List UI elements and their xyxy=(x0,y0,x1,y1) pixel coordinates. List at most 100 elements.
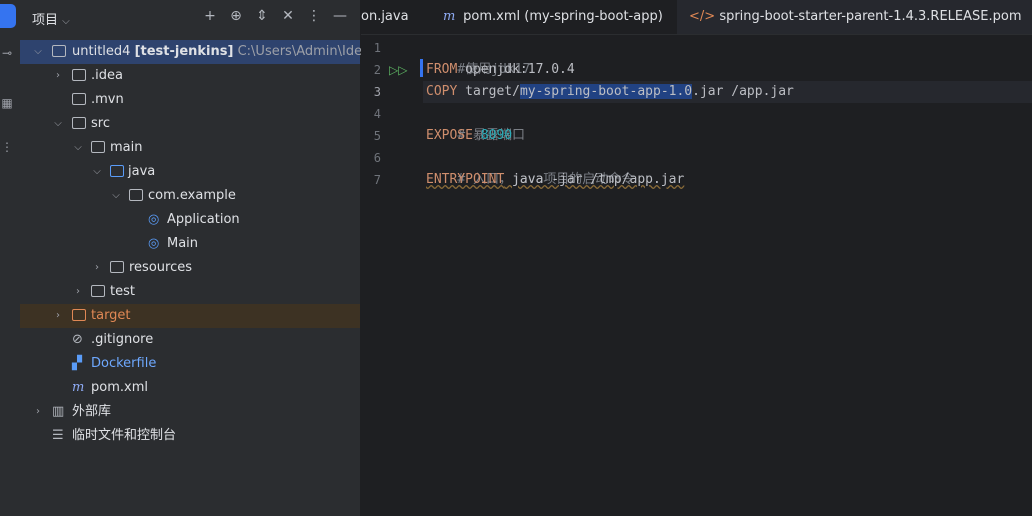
tree-item-application[interactable]: ◎ Application xyxy=(20,208,360,232)
project-title: 项目 xyxy=(32,13,59,28)
tree-item-dockerfile[interactable]: ▞ Dockerfile xyxy=(20,352,360,376)
folder-icon xyxy=(72,93,86,105)
more-tools-icon[interactable]: ⋮ xyxy=(0,140,14,154)
tree-item-label: Application xyxy=(167,212,240,227)
tree-item-label: resources xyxy=(129,260,193,275)
collapse-icon[interactable]: ✕ xyxy=(280,6,296,26)
tree-item-external-libraries[interactable]: › ▥ 外部库 xyxy=(20,400,360,424)
chevron-down-icon[interactable]: ⌵ xyxy=(32,40,44,64)
code-line-4: # 暴露端口 xyxy=(426,103,525,143)
editor-gutter: 1 2 3 4 5 6 7 ▷▷ xyxy=(361,35,423,516)
tree-item-label: Dockerfile xyxy=(91,356,157,371)
tree-item-label: java xyxy=(128,164,156,179)
add-icon[interactable]: + xyxy=(202,6,218,26)
tree-item-test[interactable]: › test xyxy=(20,280,360,304)
structure-icon[interactable]: ▦ xyxy=(0,96,14,110)
change-marker xyxy=(420,59,423,77)
code-text: openjdk:17.0.4 xyxy=(457,62,575,77)
library-icon: ▥ xyxy=(52,404,65,419)
folder-icon xyxy=(91,141,105,153)
tree-item-label: target xyxy=(91,308,131,323)
code-line-1: #使用jdk17 xyxy=(426,37,530,77)
module-name: [test-jenkins] xyxy=(134,44,234,59)
scratches-icon: ☰ xyxy=(52,428,64,443)
tree-item-target[interactable]: › target xyxy=(20,304,360,328)
code-keyword: ENTRYPOINT xyxy=(426,172,505,187)
package-icon xyxy=(129,189,143,201)
project-tool-icon[interactable] xyxy=(0,4,16,28)
chevron-down-icon[interactable]: ⌵ xyxy=(52,112,64,136)
code-number: 8090 xyxy=(472,128,513,143)
excluded-folder-icon xyxy=(72,309,86,321)
tab-label: on.java xyxy=(361,9,409,24)
code-keyword: FROM xyxy=(426,62,458,77)
code-text: target/ xyxy=(457,84,520,99)
chevron-right-icon[interactable]: › xyxy=(52,304,64,328)
code-line-3: COPY target/my-spring-boot-app-1.0.jar /… xyxy=(423,81,1032,103)
chevron-right-icon[interactable]: › xyxy=(91,256,103,280)
folder-icon xyxy=(72,117,86,129)
tree-item-label: .mvn xyxy=(91,92,124,107)
chevron-right-icon[interactable]: › xyxy=(32,400,44,424)
source-folder-icon xyxy=(110,165,124,177)
tree-item-label: pom.xml xyxy=(91,380,148,395)
code-editor[interactable]: 1 2 3 4 5 6 7 ▷▷ #使用jdk17 FROM openjdk:1… xyxy=(361,35,1032,516)
line-number: 6 xyxy=(373,151,381,165)
expand-icon[interactable]: ⇕ xyxy=(254,6,270,26)
tree-item-com-example[interactable]: ⌵ com.example xyxy=(20,184,360,208)
chevron-down-icon[interactable]: ⌵ xyxy=(91,160,103,184)
code-line-6: # 入口，java项目的启动命令 xyxy=(426,147,634,187)
ignore-file-icon: ⊘ xyxy=(72,332,83,347)
tab-pom-xml[interactable]: m pom.xml (my-spring-boot-app) xyxy=(443,0,673,34)
tree-item-label: Main xyxy=(167,236,199,251)
maven-icon: m xyxy=(72,380,85,395)
tab-label: spring-boot-starter-parent-1.4.3.RELEASE… xyxy=(719,9,1022,24)
code-line-2: FROM openjdk:17.0.4 xyxy=(426,59,575,81)
minimize-icon[interactable]: — xyxy=(332,6,348,26)
chevron-down-icon[interactable]: ⌵ xyxy=(110,184,122,208)
tree-item-scratches[interactable]: ☰ 临时文件和控制台 xyxy=(20,424,360,448)
chevron-right-icon[interactable]: › xyxy=(72,280,84,304)
tree-item-src[interactable]: ⌵ src xyxy=(20,112,360,136)
run-gutter-icon[interactable]: ▷▷ xyxy=(389,63,407,77)
tree-item-gitignore[interactable]: ⊘ .gitignore xyxy=(20,328,360,352)
project-view-selector[interactable]: 项目 ⌵ xyxy=(32,9,70,28)
tree-item-label: 外部库 xyxy=(72,404,112,419)
line-number: 7 xyxy=(373,173,381,187)
project-name: untitled4 xyxy=(72,44,131,59)
tab-spring-boot-parent-pom[interactable]: </> spring-boot-starter-parent-1.4.3.REL… xyxy=(677,0,1032,34)
locate-icon[interactable]: ⊕ xyxy=(228,6,244,26)
tree-item-idea[interactable]: › .idea xyxy=(20,64,360,88)
code-keyword: COPY xyxy=(426,84,458,99)
docker-icon: ▞ xyxy=(72,356,82,371)
tree-item-resources[interactable]: › resources xyxy=(20,256,360,280)
tool-window-strip: ⊸ ▦ ⋮ xyxy=(0,0,20,516)
tab-label: pom.xml (my-spring-boot-app) xyxy=(463,9,663,24)
line-number: 5 xyxy=(373,129,381,143)
tree-item-label: com.example xyxy=(148,188,236,203)
tab-application-java[interactable]: on.java xyxy=(361,0,431,34)
line-number: 1 xyxy=(373,41,381,55)
tree-item-project-root[interactable]: ⌵ untitled4 [test-jenkins] C:\Users\Admi… xyxy=(20,40,394,64)
code-keyword: EXPOSE xyxy=(426,128,473,143)
tree-item-main[interactable]: ⌵ main xyxy=(20,136,360,160)
project-panel-header: 项目 ⌵ + ⊕ ⇕ ✕ ⋮ — xyxy=(20,0,360,34)
tree-item-label: src xyxy=(91,116,110,131)
code-line-5: EXPOSE 8090 xyxy=(426,125,512,147)
commit-icon[interactable]: ⊸ xyxy=(0,46,14,60)
tree-item-java[interactable]: ⌵ java xyxy=(20,160,360,184)
tree-item-label: test xyxy=(110,284,135,299)
chevron-right-icon[interactable]: › xyxy=(52,64,64,88)
code-text: java -jar /tmp/app.jar xyxy=(504,172,685,187)
tree-item-main-class[interactable]: ◎ Main xyxy=(20,232,360,256)
chevron-down-icon[interactable]: ⌵ xyxy=(72,136,84,160)
tree-item-pom[interactable]: m pom.xml xyxy=(20,376,360,400)
line-number: 2 xyxy=(373,63,381,77)
code-text: .jar /app.jar xyxy=(692,84,794,99)
line-number: 3 xyxy=(373,85,381,99)
more-icon[interactable]: ⋮ xyxy=(306,6,322,26)
tree-item-mvn[interactable]: .mvn xyxy=(20,88,360,112)
resources-folder-icon xyxy=(110,261,124,273)
class-icon: ◎ xyxy=(148,212,160,227)
folder-icon xyxy=(91,285,105,297)
